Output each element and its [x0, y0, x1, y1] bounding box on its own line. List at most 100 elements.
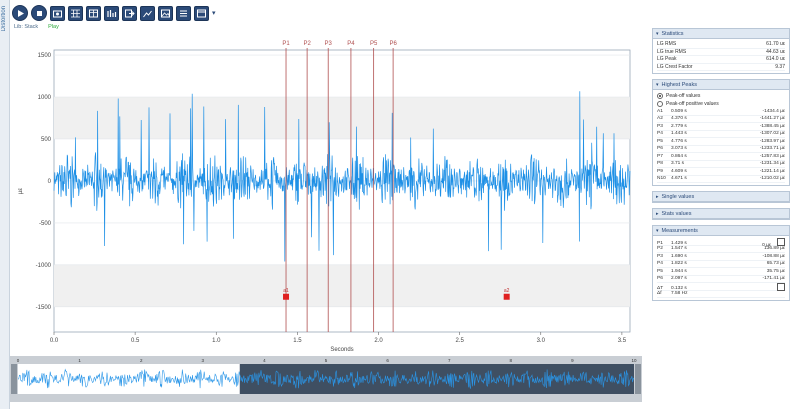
edit-icon[interactable] — [777, 283, 785, 291]
cursor-label[interactable]: P3 — [325, 41, 333, 47]
measurement-row: P5 1.944 s 35.75 µε — [657, 268, 785, 276]
statistics-panel-header[interactable]: ▾ Statistics — [653, 29, 789, 39]
export-icon — [125, 9, 135, 17]
collapse-icon[interactable]: ▾ — [656, 31, 659, 37]
peak-row-cell: P6 — [657, 146, 663, 152]
collapse-icon[interactable]: ▾ — [656, 228, 659, 234]
delta-t-value: 0.132 s — [671, 285, 687, 291]
x-axis-label: Seconds — [330, 347, 353, 353]
measurement-row-cell: 1.822 s — [671, 261, 687, 267]
image-button[interactable] — [158, 5, 173, 21]
peak-row-cell: 4.609 s — [671, 168, 687, 174]
statistics-row: LG RMS 61.70 uε — [657, 41, 785, 49]
peak-row-cell: -1257.83 µε — [759, 153, 785, 159]
overview-strip[interactable]: 0 1 2 3 4 5 6 7 8 9 10 — [10, 356, 642, 402]
measurement-row-cell: P3 — [657, 253, 663, 259]
cursor-label[interactable]: P4 — [347, 41, 355, 47]
overview-right-handle[interactable] — [635, 364, 641, 394]
delta-f-key: Δf — [657, 291, 662, 297]
statistics-row-cell: LG Crest Factor — [657, 63, 693, 70]
expand-icon[interactable]: ▸ — [656, 194, 659, 200]
peak-marker[interactable] — [283, 293, 290, 300]
grid-band — [54, 97, 630, 139]
peak-row-cell: P5 — [657, 138, 663, 144]
markers-button[interactable] — [104, 5, 119, 21]
peak-row: P9 4.609 s -1221.14 µε — [657, 168, 785, 176]
peak-row: A1 0.509 s -1434.4 µε — [657, 108, 785, 116]
single-values-panel: ▸ Single values — [652, 191, 790, 203]
delta-t-key: ΔT — [657, 285, 664, 291]
peak-row-cell: A1 — [657, 108, 663, 114]
overview-svg[interactable]: 0 1 2 3 4 5 6 7 8 9 10 — [10, 356, 642, 402]
measurement-row-cell: 2.097 s — [671, 276, 687, 282]
stop-button[interactable] — [31, 5, 47, 21]
x-tick-label: 1.0 — [212, 338, 221, 344]
camera-button[interactable] — [140, 5, 155, 21]
radio-peak-off-positive[interactable]: Peak-off positive values — [657, 100, 785, 108]
measurements-header[interactable]: ▾ Measurements — [653, 226, 789, 236]
grid-band — [54, 264, 630, 307]
measurement-row-cell: -108.88 µε — [762, 253, 785, 259]
peak-row: P8 3.71 s -1231.34 µε — [657, 161, 785, 168]
peak-row-cell: 2.779 s — [671, 123, 687, 129]
highest-peaks-header[interactable]: ▾ Highest Peaks — [653, 80, 789, 90]
side-strip: Distortion — [0, 0, 10, 409]
cursor-label[interactable]: P5 — [370, 41, 378, 47]
statistics-title: Statistics — [661, 30, 684, 37]
peak-row-cell: -1441.27 µε — [759, 116, 785, 122]
measurement-row: P4 1.822 s 65.73 µε — [657, 261, 785, 268]
markers-icon — [107, 9, 117, 17]
x-tick-label: 2.0 — [374, 338, 383, 344]
capture-icon — [53, 10, 62, 17]
radio-peak-off[interactable]: Peak-off values — [657, 92, 785, 100]
cursor-label[interactable]: P6 — [389, 41, 397, 47]
measurement-row-cell: P2 — [657, 246, 663, 252]
grid-chart-button[interactable] — [68, 5, 83, 21]
measurement-row: P6 2.097 s -171.41 µε — [657, 276, 785, 283]
strain-chart[interactable]: 1500 1000 500 0 -500 -1000 -1500 0.0 0.5 1.0 1.5 2.… — [10, 30, 642, 358]
grid-chart-icon — [71, 9, 80, 17]
expand-icon[interactable]: ▸ — [656, 211, 659, 217]
peak-row-cell: 3.073 s — [671, 146, 687, 152]
cursor-label[interactable]: P2 — [303, 41, 311, 47]
toolbar: ▾ — [12, 2, 216, 24]
radio-dot[interactable] — [657, 101, 663, 107]
measurements-body: P1 1.429 s0 µε P2 1.547 s 136.89 µε P3 1.690 s… — [653, 236, 789, 300]
measurement-row: P1 1.429 s0 µε — [657, 238, 785, 248]
image-icon — [161, 9, 170, 17]
delta-t-row: ΔT 0.132 s — [657, 283, 785, 291]
statistics-row: LG Peak 614.0 uε — [657, 56, 785, 64]
radio-dot-selected[interactable] — [657, 93, 663, 99]
collapse-icon[interactable]: ▾ — [656, 82, 659, 88]
peak-row-cell: 0.509 s — [671, 108, 687, 114]
toolbar-dropdown-icon[interactable]: ▾ — [212, 9, 216, 17]
measurement-row-cell: 136.89 µε — [764, 246, 785, 252]
peak-row: N10 4.671 s -1210.02 µε — [657, 176, 785, 183]
table-button[interactable] — [86, 5, 101, 21]
single-values-header[interactable]: ▸ Single values — [653, 192, 789, 202]
cursor-label[interactable]: P1 — [282, 41, 290, 47]
overview-left-handle[interactable] — [11, 364, 17, 394]
peak-marker[interactable] — [503, 293, 510, 300]
peak-row-cell: -1388.45 µε — [759, 123, 785, 129]
y-tick-label: -1000 — [36, 263, 52, 269]
window-button[interactable] — [194, 5, 209, 21]
stats-values-panel: ▸ Stats values — [652, 208, 790, 220]
play-button[interactable] — [12, 5, 28, 21]
y-tick-label: 0 — [48, 179, 52, 185]
measurement-row: P2 1.547 s 136.89 µε — [657, 246, 785, 253]
peak-row-cell: -1210.02 µε — [759, 176, 785, 182]
settings-list-button[interactable] — [176, 5, 191, 21]
y-axis-label: µε — [18, 188, 24, 194]
statistics-row-cell: LG Peak — [657, 56, 677, 63]
highest-peaks-title: Highest Peaks — [661, 81, 697, 88]
chart-svg[interactable]: 1500 1000 500 0 -500 -1000 -1500 0.0 0.5 1.0 1.5 2.… — [10, 30, 642, 358]
stats-values-header[interactable]: ▸ Stats values — [653, 209, 789, 219]
peak-row-cell: -1283.97 µε — [759, 138, 785, 144]
export-button[interactable] — [122, 5, 137, 21]
edit-icon[interactable] — [777, 238, 785, 246]
capture-button[interactable] — [50, 5, 65, 21]
peak-row-cell: 4.776 s — [671, 138, 687, 144]
peaks-table: A1 0.509 s -1434.4 µε A2 4.370 s -1441.27 µε P… — [657, 108, 785, 183]
x-tick-label: 0.0 — [50, 338, 59, 344]
